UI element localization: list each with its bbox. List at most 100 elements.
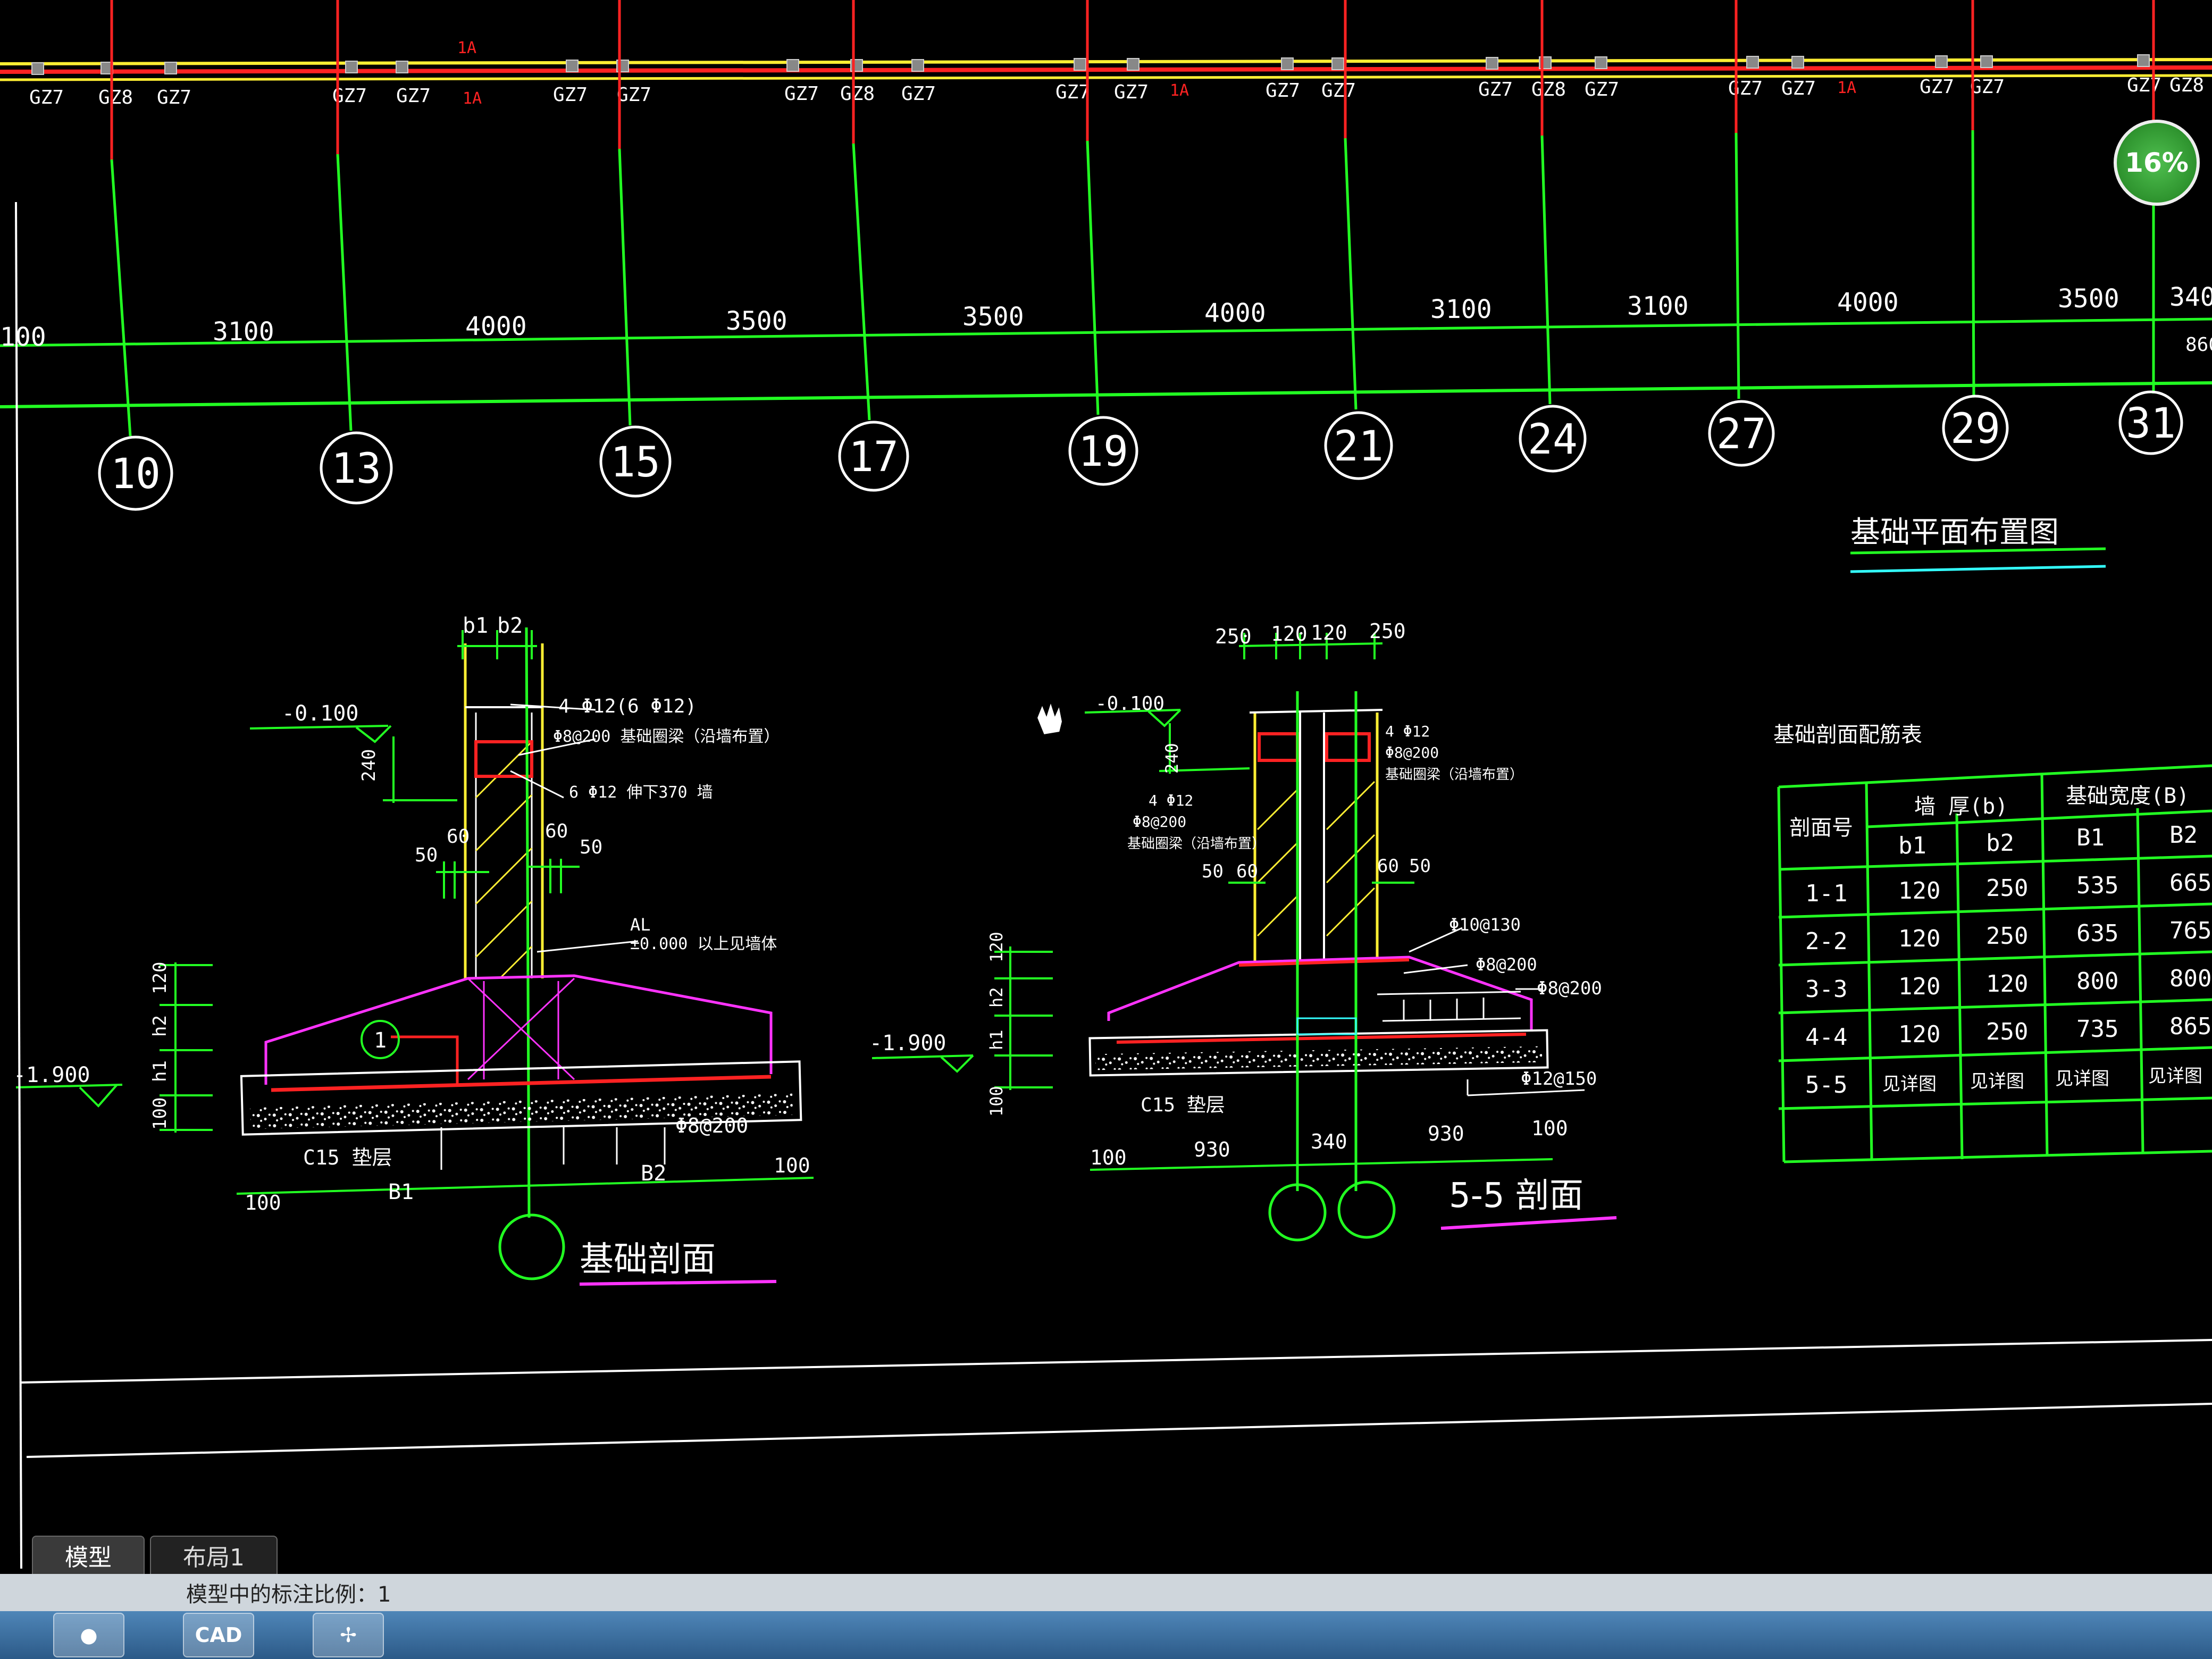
table-cell: 535	[2076, 872, 2118, 899]
dimension-label: 3100	[1430, 295, 1492, 324]
column-tag: GZ7	[396, 85, 431, 107]
cad-drawing-canvas[interactable]: GZ7 GZ8 GZ7 GZ7 GZ7 GZ7 GZ7 GZ7 GZ8 GZ7 …	[0, 0, 2212, 1659]
taskbar-app-icon[interactable]: ✢	[313, 1613, 384, 1657]
section2-h-100: 100	[986, 1086, 1007, 1117]
zoom-percent-badge[interactable]: 16%	[2114, 120, 2200, 206]
column-tag: GZ7	[1728, 78, 1763, 99]
column-tag: GZ8	[840, 83, 875, 105]
section1-al-note: ±0.000 以上见墙体	[630, 935, 777, 953]
dimension-label: 4000	[1837, 288, 1899, 317]
section1-h-h1: h1	[149, 1060, 171, 1082]
section1-bottom-dim-b1: B1	[388, 1180, 414, 1204]
section2-bottom-dim: 100	[1090, 1146, 1127, 1169]
column-tag: GZ8	[98, 87, 133, 108]
grid-axis-label: 21	[1334, 423, 1384, 471]
layout-tabs: 模型 布局1	[32, 1526, 283, 1574]
column-tag: GZ8	[2169, 74, 2204, 96]
section1-title: 基础剖面	[580, 1240, 716, 1279]
section1-b2: b2	[497, 614, 523, 638]
section1-dim-50-right: 50	[580, 836, 602, 858]
table-header-section-no: 剖面号	[1789, 816, 1853, 840]
section2-dim-top: 120	[1271, 622, 1308, 646]
grid-axis-label: 19	[1078, 428, 1128, 476]
table-header-b2: b2	[1986, 830, 2014, 857]
marker-1a: 1A	[1837, 79, 1856, 97]
column-tag: GZ7	[901, 83, 936, 105]
table-cell: 765	[2169, 917, 2211, 944]
table-cell: 865	[2169, 1013, 2211, 1040]
section1-dim-50-left: 50	[415, 844, 438, 866]
status-annotation-scale: 模型中的标注比例：1	[186, 1582, 391, 1607]
section1-bottom-dim-100-right: 100	[774, 1154, 810, 1177]
table-cell: 见详图	[2148, 1066, 2202, 1087]
grid-axis-label: 27	[1716, 410, 1766, 458]
table-cell: 635	[2076, 920, 2118, 947]
section1-al-label: AL	[630, 915, 651, 935]
table-cell: 120	[1898, 973, 1940, 1000]
marker-1a: 1A	[457, 39, 476, 57]
section2-bottom-dim: 100	[1531, 1117, 1568, 1140]
section2-bottom-dim: 930	[1194, 1138, 1230, 1161]
dimension-label: 860	[2185, 334, 2212, 356]
section2-h-h2: h2	[986, 987, 1007, 1008]
column-tag: GZ7	[1114, 81, 1149, 103]
column-tag: GZ7	[553, 84, 588, 106]
section2-rebar-note-left3: 基础圈梁（沿墙布置）	[1127, 836, 1266, 852]
table-cell: 1-1	[1805, 880, 1847, 907]
plan-title: 基础平面布置图	[1850, 515, 2059, 550]
tab-model[interactable]: 模型	[32, 1536, 145, 1574]
dimension-label: 340	[2169, 282, 2212, 312]
table-cell: 3-3	[1805, 976, 1847, 1003]
marker-1a: 1A	[1170, 81, 1189, 100]
column-tag: GZ7	[784, 83, 819, 105]
section2-bottom-dim: 930	[1428, 1122, 1464, 1145]
grid-axis-label: 24	[1528, 416, 1578, 464]
grid-axis-label: 10	[111, 450, 161, 498]
start-button[interactable]: ●	[53, 1613, 124, 1657]
table-cell: 665	[2169, 869, 2211, 896]
tab-layout1[interactable]: 布局1	[150, 1536, 278, 1574]
section2-rebar-note-right3: 基础圈梁（沿墙布置）	[1385, 767, 1523, 783]
table-cell: 5-5	[1805, 1071, 1847, 1099]
section2-elev-bottom: -1.900	[869, 1031, 946, 1055]
section1-bottom-dim-100-left: 100	[245, 1191, 281, 1214]
column-tag: GZ7	[1478, 79, 1513, 100]
table-title: 基础剖面配筋表	[1773, 723, 1922, 747]
section2-pad-label: C15 垫层	[1141, 1094, 1225, 1116]
table-cell: 120	[1898, 925, 1940, 952]
taskbar-cad-button[interactable]: CAD	[183, 1613, 254, 1657]
table-cell: 800	[2169, 965, 2211, 992]
section2-dim-top: 250	[1369, 619, 1406, 643]
section1-h-120: 120	[149, 962, 171, 994]
dimension-label: 3500	[2058, 284, 2119, 314]
table-cell: 见详图	[1882, 1074, 1937, 1095]
column-tag: GZ7	[157, 87, 191, 108]
table-cell: 735	[2076, 1016, 2118, 1043]
section2-elev-top: -0.100	[1095, 693, 1164, 715]
section2-rebar-note-right1: 4 Φ12	[1385, 723, 1430, 740]
section1-dim-60-left: 60	[447, 826, 470, 848]
section2-bottom-dim: 340	[1311, 1130, 1347, 1153]
section1-dim-240: 240	[358, 749, 380, 782]
grid-axis-label: 31	[2126, 400, 2176, 448]
section2-rebar-r4: Φ12@150	[1521, 1068, 1597, 1090]
section2-rebar-note-left1: 4 Φ12	[1149, 792, 1193, 809]
grid-axis-label: 15	[610, 439, 660, 487]
section1-elev-top: -0.100	[282, 701, 359, 726]
section2-rebar-note-left2: Φ8@200	[1133, 813, 1186, 831]
column-tag: GZ7	[1585, 79, 1619, 100]
section1-b1: b1	[463, 614, 488, 638]
table-cell: 见详图	[1970, 1071, 2024, 1092]
table-cell: 4-4	[1805, 1024, 1847, 1051]
column-tag: GZ7	[1321, 80, 1356, 102]
table-cell: 800	[2076, 968, 2118, 995]
column-tag: GZ8	[1531, 79, 1566, 100]
table-cell: 见详图	[2055, 1068, 2109, 1090]
section1-h-h2: h2	[149, 1015, 171, 1037]
section1-h-100: 100	[149, 1097, 171, 1130]
dimension-label: 3100	[1627, 291, 1689, 321]
table-cell: 250	[1986, 1018, 2028, 1045]
marker-1a: 1A	[463, 89, 482, 108]
table-cell: 2-2	[1805, 928, 1847, 955]
section1-rebar-note2: Φ8@200 基础圈梁（沿墙布置）	[553, 727, 780, 746]
